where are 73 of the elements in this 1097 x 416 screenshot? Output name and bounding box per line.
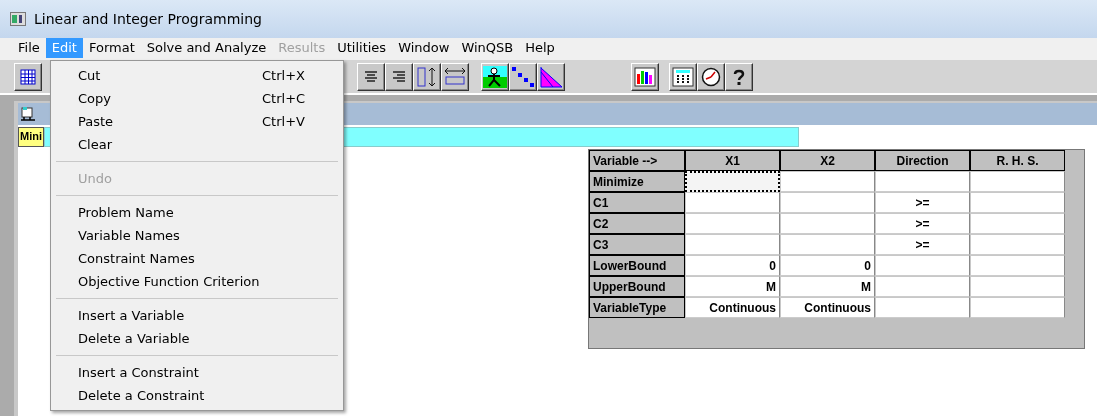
menu-item-label: Problem Name: [78, 205, 174, 220]
shortcut-label: Ctrl+V: [262, 114, 306, 129]
row-height-icon[interactable]: [413, 62, 441, 91]
menu-item[interactable]: Window: [392, 38, 456, 58]
menu-item-label: Paste: [78, 114, 114, 129]
scatter-icon[interactable]: [509, 62, 537, 91]
menu-item-label: Cut: [78, 68, 101, 83]
table-cell[interactable]: 0: [685, 255, 780, 276]
calculator-icon[interactable]: [669, 62, 697, 91]
column-header: X1: [685, 150, 780, 171]
menu-item[interactable]: Insert a Constraint: [54, 361, 340, 384]
row-header: UpperBound: [589, 276, 685, 297]
table-cell[interactable]: Continuous: [685, 297, 780, 318]
menu-item[interactable]: File: [12, 38, 46, 58]
table-cell[interactable]: Continuous: [780, 297, 875, 318]
menu-item[interactable]: Objective Function Criterion: [54, 270, 340, 293]
menu-item[interactable]: Help: [519, 38, 561, 58]
align-right-icon[interactable]: [385, 62, 413, 91]
align-center-icon[interactable]: [357, 62, 385, 91]
menu-item[interactable]: Constraint Names: [54, 247, 340, 270]
clock-icon[interactable]: [697, 62, 725, 91]
grid-icon[interactable]: [14, 62, 42, 91]
menu-item[interactable]: Delete a Variable: [54, 327, 340, 350]
cell-label: Mini: [18, 127, 44, 147]
column-width-icon[interactable]: [441, 62, 469, 91]
table-cell[interactable]: >=: [875, 192, 970, 213]
menu-item[interactable]: Utilities: [331, 38, 393, 58]
menu-item[interactable]: Paste Ctrl+V: [54, 110, 340, 133]
bar-chart-icon[interactable]: [631, 62, 659, 91]
row-header: C3: [589, 234, 685, 255]
row-header: C1: [589, 192, 685, 213]
menu-item[interactable]: Cut Ctrl+X: [54, 64, 340, 87]
menu-item-label: Variable Names: [78, 228, 180, 243]
person-icon[interactable]: [481, 62, 509, 91]
table-cell[interactable]: M: [780, 276, 875, 297]
row-header: Minimize: [589, 171, 685, 192]
menu-item[interactable]: Copy Ctrl+C: [54, 87, 340, 110]
menu-item-label: Copy: [78, 91, 111, 106]
menu-item[interactable]: Format: [82, 38, 141, 58]
shortcut-label: Ctrl+C: [262, 91, 307, 106]
document-icon: [20, 107, 36, 121]
menu-item-label: Insert a Constraint: [78, 365, 199, 380]
menu-item[interactable]: WinQSB: [455, 38, 520, 58]
menu-item-label: Delete a Constraint: [78, 388, 205, 403]
table-cell[interactable]: >=: [875, 234, 970, 255]
help-icon[interactable]: [725, 62, 753, 91]
menu-item-label: Constraint Names: [78, 251, 195, 266]
menu-item[interactable]: Delete a Constraint: [54, 384, 340, 407]
column-header: Variable -->: [589, 150, 685, 171]
graph-icon[interactable]: [537, 62, 565, 91]
window-icon: [10, 12, 26, 26]
menu-item-label: Undo: [78, 171, 112, 186]
table-cell[interactable]: M: [685, 276, 780, 297]
menu-item[interactable]: Insert a Variable: [54, 304, 340, 327]
menu-item-label: Clear: [78, 137, 112, 152]
shortcut-label: Ctrl+X: [262, 68, 306, 83]
column-header: X2: [780, 150, 875, 171]
menu-item[interactable]: Variable Names: [54, 224, 340, 247]
menu-item[interactable]: Solve and Analyze: [140, 38, 273, 58]
window-title: Linear and Integer Programming: [34, 11, 262, 27]
menu-item[interactable]: Clear: [54, 133, 340, 156]
column-header: Direction: [875, 150, 970, 171]
row-header: C2: [589, 213, 685, 234]
row-header: LowerBound: [589, 255, 685, 276]
menu-item-label: Objective Function Criterion: [78, 274, 260, 289]
table-cell[interactable]: >=: [875, 213, 970, 234]
menu-item[interactable]: Problem Name: [54, 201, 340, 224]
table-cell[interactable]: 0: [780, 255, 875, 276]
column-header: R. H. S.: [970, 150, 1065, 171]
row-header: VariableType: [589, 297, 685, 318]
table-cell[interactable]: [685, 171, 780, 192]
menu-item-label: Insert a Variable: [78, 308, 185, 323]
menu-item-label: Delete a Variable: [78, 331, 190, 346]
